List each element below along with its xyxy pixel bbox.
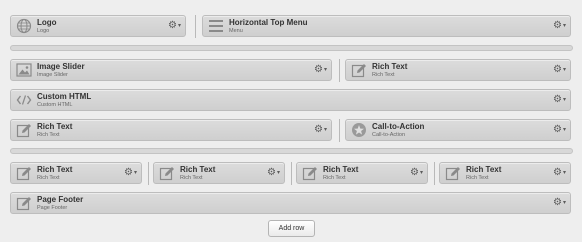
- gear-dropdown-button[interactable]: ⚙ ▾: [314, 125, 327, 135]
- module-subtitle: Rich Text: [372, 72, 395, 78]
- module-title: Custom HTML: [37, 92, 92, 101]
- gear-dropdown-button[interactable]: ⚙ ▾: [553, 95, 566, 105]
- chevron-down-icon: ▾: [562, 97, 566, 103]
- module-logo[interactable]: Logo Logo ⚙ ▾: [10, 15, 186, 37]
- module-subtitle: Rich Text: [37, 132, 60, 138]
- gear-dropdown-button[interactable]: ⚙ ▾: [553, 21, 566, 31]
- chevron-down-icon: ▾: [276, 170, 280, 176]
- module-title: Rich Text: [372, 62, 408, 71]
- module-rich-text[interactable]: Rich Text Rich Text ⚙ ▾: [10, 119, 332, 141]
- module-title: Rich Text: [37, 122, 73, 131]
- module-rich-text[interactable]: Rich Text Rich Text ⚙ ▾: [153, 162, 285, 184]
- pencil-edit-icon: [15, 194, 33, 212]
- chevron-down-icon: ▾: [562, 200, 566, 206]
- gear-dropdown-button[interactable]: ⚙ ▾: [553, 168, 566, 178]
- module-image-slider[interactable]: Image Slider Image Slider ⚙ ▾: [10, 59, 332, 81]
- module-title: Rich Text: [180, 165, 216, 174]
- gear-dropdown-button[interactable]: ⚙ ▾: [410, 168, 423, 178]
- chevron-down-icon: ▾: [562, 67, 566, 73]
- column-separator: [339, 119, 340, 142]
- column-separator: [339, 59, 340, 82]
- add-row-button[interactable]: Add row: [268, 220, 315, 237]
- row-divider: [10, 45, 573, 51]
- gear-icon: ⚙: [553, 94, 562, 105]
- module-title: Logo: [37, 18, 57, 27]
- module-subtitle: Call-to-Action: [372, 132, 406, 138]
- pencil-edit-icon: [444, 164, 462, 182]
- module-title: Horizontal Top Menu: [229, 18, 308, 27]
- globe-icon: [15, 17, 33, 35]
- gear-icon: ⚙: [124, 167, 133, 178]
- module-call-to-action[interactable]: Call-to-Action Call-to-Action ⚙ ▾: [345, 119, 571, 141]
- chevron-down-icon: ▾: [323, 127, 327, 133]
- module-title: Page Footer: [37, 195, 84, 204]
- menu-lines-icon: [207, 17, 225, 35]
- module-title: Rich Text: [466, 165, 502, 174]
- chevron-down-icon: ▾: [177, 23, 181, 29]
- column-separator: [434, 162, 435, 185]
- pencil-edit-icon: [15, 121, 33, 139]
- column-separator: [291, 162, 292, 185]
- module-subtitle: Rich Text: [180, 175, 203, 181]
- pencil-edit-icon: [158, 164, 176, 182]
- module-subtitle: Rich Text: [466, 175, 489, 181]
- gear-icon: ⚙: [553, 64, 562, 75]
- gear-icon: ⚙: [553, 197, 562, 208]
- row-divider: [10, 148, 573, 154]
- module-title: Rich Text: [37, 165, 73, 174]
- chevron-down-icon: ▾: [562, 170, 566, 176]
- gear-icon: ⚙: [314, 124, 323, 135]
- module-subtitle: Custom HTML: [37, 102, 73, 108]
- column-separator: [148, 162, 149, 185]
- pencil-edit-icon: [301, 164, 319, 182]
- gear-icon: ⚙: [168, 20, 177, 31]
- code-icon: [15, 91, 33, 109]
- chevron-down-icon: ▾: [562, 127, 566, 133]
- gear-icon: ⚙: [267, 167, 276, 178]
- star-icon: [350, 121, 368, 139]
- gear-dropdown-button[interactable]: ⚙ ▾: [314, 65, 327, 75]
- gear-dropdown-button[interactable]: ⚙ ▾: [553, 125, 566, 135]
- module-subtitle: Rich Text: [323, 175, 346, 181]
- module-subtitle: Image Slider: [37, 72, 68, 78]
- gear-icon: ⚙: [410, 167, 419, 178]
- module-subtitle: Rich Text: [37, 175, 60, 181]
- module-page-footer[interactable]: Page Footer Page Footer ⚙ ▾: [10, 192, 571, 214]
- chevron-down-icon: ▾: [323, 67, 327, 73]
- module-rich-text[interactable]: Rich Text Rich Text ⚙ ▾: [439, 162, 571, 184]
- gear-icon: ⚙: [553, 124, 562, 135]
- image-icon: [15, 61, 33, 79]
- module-horizontal-top-menu[interactable]: Horizontal Top Menu Menu ⚙ ▾: [202, 15, 571, 37]
- module-subtitle: Logo: [37, 28, 50, 34]
- gear-dropdown-button[interactable]: ⚙ ▾: [168, 21, 181, 31]
- module-title: Image Slider: [37, 62, 85, 71]
- chevron-down-icon: ▾: [133, 170, 137, 176]
- gear-dropdown-button[interactable]: ⚙ ▾: [267, 168, 280, 178]
- column-separator: [195, 15, 196, 38]
- gear-icon: ⚙: [553, 20, 562, 31]
- module-rich-text[interactable]: Rich Text Rich Text ⚙ ▾: [345, 59, 571, 81]
- gear-dropdown-button[interactable]: ⚙ ▾: [553, 198, 566, 208]
- module-rich-text[interactable]: Rich Text Rich Text ⚙ ▾: [10, 162, 142, 184]
- module-subtitle: Page Footer: [37, 205, 68, 211]
- pencil-edit-icon: [15, 164, 33, 182]
- chevron-down-icon: ▾: [562, 23, 566, 29]
- module-title: Rich Text: [323, 165, 359, 174]
- module-subtitle: Menu: [229, 28, 243, 34]
- module-custom-html[interactable]: Custom HTML Custom HTML ⚙ ▾: [10, 89, 571, 111]
- module-rich-text[interactable]: Rich Text Rich Text ⚙ ▾: [296, 162, 428, 184]
- gear-dropdown-button[interactable]: ⚙ ▾: [124, 168, 137, 178]
- chevron-down-icon: ▾: [419, 170, 423, 176]
- gear-dropdown-button[interactable]: ⚙ ▾: [553, 65, 566, 75]
- module-title: Call-to-Action: [372, 122, 425, 131]
- gear-icon: ⚙: [553, 167, 562, 178]
- gear-icon: ⚙: [314, 64, 323, 75]
- pencil-edit-icon: [350, 61, 368, 79]
